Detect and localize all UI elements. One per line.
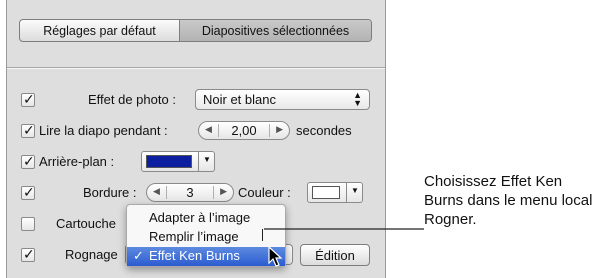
row-background: ✓ Arrière-plan : ▼ [7,150,385,174]
border-color-well[interactable]: ▼ [307,182,363,203]
photo-effect-checkbox[interactable]: ✓ [21,91,35,107]
background-checkbox[interactable]: ✓ [21,153,35,169]
background-color-swatch [146,155,192,168]
border-color-label: Couleur : [238,185,291,200]
caption-checkbox[interactable] [21,217,35,231]
callout-pointer-line [264,228,424,230]
background-color-well[interactable]: ▼ [141,151,215,172]
photo-effect-popup[interactable]: Noir et blanc ▲ ▼ [195,89,370,110]
increment-arrow-icon[interactable]: ▶ [276,124,283,135]
row-photo-effect: ✓ Effet de photo : Noir et blanc ▲ ▼ [7,88,385,112]
tab-selected-slides[interactable]: Diapositives sélectionnées [180,20,371,41]
callout-text: Choisissez Effet Ken Burns dans le menu … [424,173,593,228]
row-slide-duration: ✓ Lire la diapo pendant : ◀ 2,00 ▶ secon… [7,119,385,143]
slide-duration-stepper[interactable]: ◀ 2,00 ▶ [198,121,290,140]
check-icon: ✓ [133,248,144,263]
caption-label: Cartouche [56,216,116,231]
color-dropdown[interactable]: ▼ [198,152,214,171]
menu-item-ken-burns[interactable]: ✓ Effet Ken Burns [127,247,285,266]
crop-checkbox[interactable]: ✓ [21,246,35,262]
check-icon: ✓ [23,184,35,200]
check-icon: ✓ [23,153,35,169]
border-label: Bordure : [83,185,137,200]
slide-duration-label: Lire la diapo pendant : [39,123,168,138]
divider [7,67,385,69]
check-icon: ✓ [23,122,35,138]
chevron-down-icon: ▼ [203,155,211,164]
increment-arrow-icon[interactable]: ▶ [220,186,227,197]
mouse-cursor-icon [268,246,283,267]
edit-button[interactable]: Édition [300,244,370,266]
seconds-label: secondes [296,123,352,138]
callout-pointer-tick [262,229,266,241]
border-width-stepper[interactable]: ◀ 3 ▶ [146,183,234,202]
settings-scope-control: Réglages par défaut Diapositives sélecti… [19,19,372,42]
crop-label: Rognage [65,247,118,262]
border-color-swatch [312,186,340,199]
slide-duration-checkbox[interactable]: ✓ [21,122,35,138]
tab-default-settings[interactable]: Réglages par défaut [20,20,180,41]
photo-effect-label: Effet de photo : [88,92,176,107]
updown-arrows-icon: ▲ ▼ [353,90,362,108]
background-label: Arrière-plan : [39,154,115,169]
row-border: ✓ Bordure : ◀ 3 ▶ Couleur : ▼ [7,181,385,205]
color-dropdown[interactable]: ▼ [346,183,362,202]
photo-effect-value: Noir et blanc [203,92,276,107]
chevron-down-icon: ▼ [351,186,359,195]
check-icon: ✓ [23,246,35,262]
menu-item-fit-image[interactable]: Adapter à l’image [127,209,285,228]
check-icon: ✓ [23,91,35,107]
border-checkbox[interactable]: ✓ [21,184,35,200]
